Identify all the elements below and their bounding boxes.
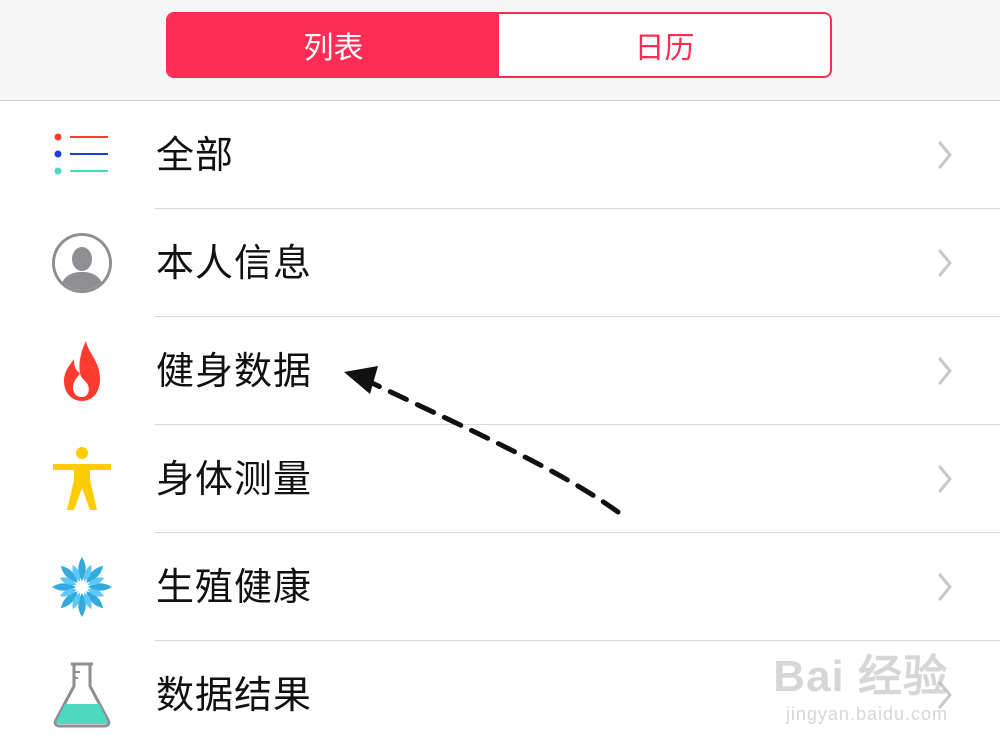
chevron-right-icon [938, 249, 952, 277]
body-figure-icon [46, 447, 118, 511]
chevron-right-icon [938, 465, 952, 493]
header-bar: 列表 日历 [0, 0, 1000, 101]
flower-icon [46, 555, 118, 619]
list-item-label: 身体测量 [156, 457, 313, 501]
chevron-right-icon [938, 681, 952, 709]
list-item-body-measurements[interactable]: 身体测量 [0, 425, 1000, 533]
tab-calendar[interactable]: 日历 [499, 14, 830, 76]
flame-icon [46, 339, 118, 403]
person-icon [46, 231, 118, 295]
list-item-lab-results[interactable]: 数据结果 [0, 641, 1000, 749]
list-item-personal-info[interactable]: 本人信息 [0, 209, 1000, 317]
chevron-right-icon [938, 573, 952, 601]
chevron-right-icon [938, 141, 952, 169]
list-item-label: 本人信息 [156, 241, 313, 285]
category-list: 全部 本人信息 健身数据 身体测量 生殖健康 数据结果 [0, 101, 1000, 749]
chevron-right-icon [938, 357, 952, 385]
list-item-label: 数据结果 [156, 673, 313, 717]
list-item-label: 全部 [156, 133, 235, 177]
tab-list[interactable]: 列表 [168, 14, 499, 76]
flask-icon [46, 662, 118, 728]
list-item-all[interactable]: 全部 [0, 101, 1000, 209]
view-segmented-control[interactable]: 列表 日历 [166, 12, 832, 78]
list-icon [46, 123, 118, 187]
list-item-fitness-data[interactable]: 健身数据 [0, 317, 1000, 425]
list-item-reproductive-health[interactable]: 生殖健康 [0, 533, 1000, 641]
list-item-label: 生殖健康 [156, 565, 313, 609]
list-item-label: 健身数据 [156, 349, 313, 393]
